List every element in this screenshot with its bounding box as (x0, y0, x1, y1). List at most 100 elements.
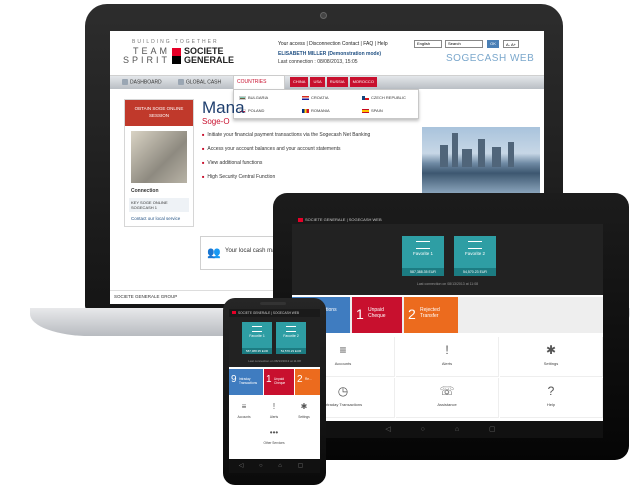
tile-text: Rejected Transfer (420, 307, 440, 319)
favorite-amount: 587,388.35 EUR (402, 268, 444, 276)
favorite-amount: 587,388.35 EUR (242, 348, 272, 354)
nav-global-cash-label: GLOBAL CASH (186, 79, 222, 86)
tile-count: 1 (266, 374, 272, 385)
tile-count: 2 (408, 306, 416, 322)
country-usa[interactable]: USA (310, 77, 325, 87)
favorite-2-tile[interactable]: Favorite 2 54,570.23 EUR (454, 236, 496, 276)
utility-links[interactable]: Your access | Disconnection Contact | FA… (278, 41, 388, 47)
list-item: View additional functions (202, 160, 422, 166)
search-input[interactable]: Search (445, 40, 483, 48)
globe-icon (178, 79, 184, 85)
menu-settings[interactable]: ✱ Settings (500, 337, 603, 377)
cash-box-label: Your local cash man (225, 248, 279, 254)
dropdown-item-croatia[interactable]: CROATIA (302, 95, 328, 100)
favorite-amount: 54,570.23 EUR (454, 268, 496, 276)
search-ok-button[interactable]: OK (487, 40, 499, 48)
accounts-icon: ≡ (241, 402, 247, 411)
menu-alerts[interactable]: ! Alerts (396, 337, 499, 377)
menu-alerts[interactable]: ! Alerts (259, 399, 289, 425)
product-name: SOGECASH WEB (446, 53, 535, 64)
rejected-transfer-tile[interactable]: 2 Re... (295, 369, 320, 395)
menu-settings[interactable]: ✱ Settings (289, 399, 319, 425)
nav-global-cash[interactable]: GLOBAL CASH (178, 79, 221, 85)
menu-label: Alerts (269, 415, 279, 419)
favorite-label: Favorite 1 (412, 251, 433, 256)
tile-count: 2 (297, 374, 303, 385)
tablet-header-label: SOCIETE GENERALE | SOGECASH WEB (305, 217, 382, 222)
gear-icon: ✱ (300, 402, 308, 411)
phone-system-nav[interactable]: ◁ ○ ⌂ ▢ (229, 459, 320, 473)
dropdown-label: BULGARIA (248, 95, 269, 100)
unpaid-cheque-tile[interactable]: 1 Unpaid Cheque (264, 369, 294, 395)
menu-label: Accounts (237, 415, 251, 419)
country-russia[interactable]: RUSSIA (326, 77, 348, 87)
page-subtitle: Soge-O (202, 117, 230, 126)
unpaid-cheque-tile[interactable]: 1 Unpaid Cheque (352, 297, 402, 333)
phone-header: SOCIETE GENERALE | SOGECASH WEB (229, 309, 320, 317)
list-icon (468, 241, 482, 249)
nav-countries[interactable]: COUNTRIES (233, 75, 285, 89)
tile-text: Unpaid Cheque (274, 377, 286, 385)
menu-label: Settings (543, 361, 559, 366)
tile-text: Unpaid Cheque (368, 307, 386, 319)
spain-flag-icon (362, 108, 369, 113)
intraday-transactions-tile[interactable]: 9 Intraday Transactions (229, 369, 263, 395)
favorite-label: Favorite 1 (249, 334, 265, 338)
tablet-screen: SOCIETE GENERALE | SOGECASH WEB Favorite… (292, 214, 603, 438)
rejected-transfer-tile[interactable]: 2 Rejected Transfer (404, 297, 458, 333)
menu-label: Other Services (263, 441, 285, 445)
societe-generale-logo[interactable] (172, 48, 181, 64)
menu-label: Help (546, 402, 556, 407)
webcam (320, 12, 327, 19)
favorite-2-tile[interactable]: Favorite 2 54,570.23 EUR (276, 322, 306, 354)
phone-header-label: SOCIETE GENERALE | SOGECASH WEB (238, 311, 300, 315)
list-icon (416, 241, 430, 249)
tile-count: 9 (231, 374, 237, 385)
logo-icon (298, 217, 303, 222)
menu-help[interactable]: ? Help (500, 378, 603, 418)
phone-speaker (260, 302, 286, 305)
favorite-label: Favorite 2 (283, 334, 299, 338)
favorite-1-tile[interactable]: Favorite 1 587,388.35 EUR (402, 236, 444, 276)
brand-team-spirit: TEAM SPIRIT (122, 46, 170, 65)
list-icon (286, 326, 296, 332)
site-header: BUILDING TOGETHER TEAM SPIRIT SOCIETE GE… (110, 31, 544, 73)
dashboard-icon (122, 79, 128, 85)
logo-icon (232, 311, 236, 314)
menu-assistance[interactable]: ☏ Assistance (396, 378, 499, 418)
countries-dropdown: BULGARIA CROATIA CZECH REPUBLIC POLAND R… (233, 89, 419, 119)
phone-status-tiles: 9 Intraday Transactions 1 Unpaid Cheque 2R… (229, 369, 320, 395)
menu-accounts[interactable]: ≡ Accounts (229, 399, 259, 425)
help-icon: ? (547, 384, 555, 398)
tablet-last-connection: Last connection on 08/13/2013 at 11:08 (416, 282, 479, 286)
city-skyline-photo (422, 127, 540, 193)
language-select[interactable]: English (414, 40, 442, 48)
nav-dashboard[interactable]: DASHBOARD (122, 79, 162, 85)
font-size-control[interactable]: A- A+ (503, 40, 519, 48)
dropdown-item-spain[interactable]: SPAIN (362, 108, 383, 113)
tile-text: Re... (305, 377, 312, 381)
phone-icon: ☏ (439, 384, 455, 398)
country-morocco[interactable]: MOROCCO (349, 77, 377, 87)
menu-other-services[interactable]: ••• Other Services (259, 425, 289, 451)
last-connection: Last connection : 08/08/2013, 15:05 (278, 59, 358, 65)
dropdown-label: CZECH REPUBLIC (371, 95, 406, 100)
list-item: High Security Central Function (202, 174, 422, 180)
favorite-1-tile[interactable]: Favorite 1 587,388.35 EUR (242, 322, 272, 354)
contact-local-service-link[interactable]: Contact our local service (131, 216, 180, 221)
brand-name: SOCIETE GENERALE (184, 46, 235, 65)
dropdown-item-romania[interactable]: ROMANIA (302, 108, 330, 113)
country-china[interactable]: CHINA (290, 77, 309, 87)
menu-label: Settings (298, 415, 310, 419)
dropdown-label: POLAND (248, 108, 265, 113)
tablet-header: SOCIETE GENERALE | SOGECASH WEB (292, 214, 603, 224)
tablet-system-nav[interactable]: ◁ ○ ⌂ ▢ (292, 421, 603, 438)
left-panel-header[interactable]: OBTAIN SOGE ONLINE SESSION (125, 100, 193, 126)
phone-screen: SOCIETE GENERALE | SOGECASH WEB Favorite… (229, 309, 320, 473)
connection-info-box[interactable]: KEY SOGE ONLINE SOGECASH 1 (129, 198, 189, 212)
dropdown-item-czech-republic[interactable]: CZECH REPUBLIC (362, 95, 406, 100)
list-item: Initiate your financial payment transact… (202, 132, 422, 138)
czech-flag-icon (362, 95, 369, 100)
tile-text: Intraday Transactions (239, 377, 258, 385)
romania-flag-icon (302, 108, 309, 113)
